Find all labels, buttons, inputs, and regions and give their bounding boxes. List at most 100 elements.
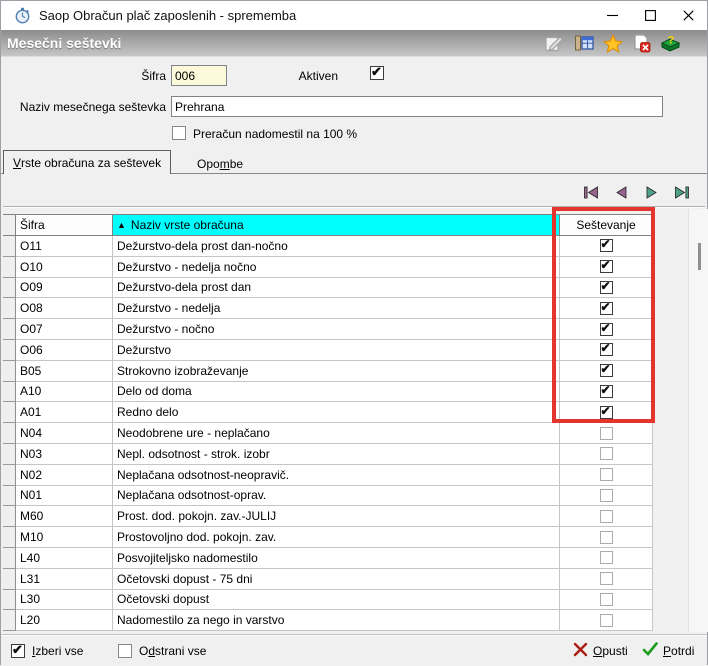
remove-all-checkbox[interactable]: [118, 644, 132, 658]
page-title: Mesečni seštevki: [7, 35, 122, 51]
preracun-checkbox[interactable]: [172, 126, 186, 140]
table-row[interactable]: L40 Posvojiteljsko nadomestilo: [3, 547, 653, 569]
row-sestevanje-checkbox[interactable]: [599, 530, 613, 544]
row-selector[interactable]: [3, 339, 16, 361]
scrollbar-thumb[interactable]: [698, 243, 701, 270]
table-row[interactable]: B05 Strokovno izobraževanje: [3, 360, 653, 382]
row-name: Očetovski dopust: [113, 589, 560, 611]
row-sestevanje-checkbox[interactable]: [599, 488, 613, 502]
column-settings-icon[interactable]: [573, 34, 594, 53]
row-selector[interactable]: [3, 298, 16, 320]
row-sestevanje-checkbox[interactable]: [599, 613, 613, 627]
row-name: Strokovno izobraževanje: [113, 360, 560, 382]
row-selector[interactable]: [3, 527, 16, 548]
close-button[interactable]: [669, 1, 707, 30]
row-name: Dežurstvo: [113, 339, 560, 361]
favorite-star-icon[interactable]: [602, 33, 623, 53]
row-selector[interactable]: [3, 443, 16, 465]
row-selector[interactable]: [3, 402, 16, 424]
delete-record-icon[interactable]: [631, 33, 652, 53]
row-sestevanje-checkbox[interactable]: [599, 362, 613, 378]
row-sestevanje-checkbox[interactable]: [599, 509, 613, 523]
table-row[interactable]: O10 Dežurstvo - nedelja nočno: [3, 256, 653, 278]
row-selector[interactable]: [3, 547, 16, 569]
row-selector[interactable]: [3, 464, 16, 486]
row-selector[interactable]: [3, 485, 16, 507]
table-row[interactable]: A01 Redno delo: [3, 402, 653, 424]
row-selector[interactable]: [3, 589, 16, 611]
row-sestevanje-checkbox[interactable]: [599, 592, 613, 606]
row-sestevanje-checkbox[interactable]: [599, 321, 613, 336]
table-row[interactable]: N01 Neplačana odsotnost-oprav.: [3, 485, 653, 507]
table-row[interactable]: N03 Nepl. odsotnost - strok. izobr: [3, 443, 653, 465]
minimize-button[interactable]: [593, 1, 631, 30]
last-record-button[interactable]: [671, 184, 691, 201]
table-row[interactable]: L30 Očetovski dopust: [3, 589, 653, 611]
previous-record-button[interactable]: [611, 184, 631, 201]
row-sestevanje-checkbox[interactable]: [599, 279, 613, 294]
table-row[interactable]: N04 Neodobrene ure - neplačano: [3, 423, 653, 444]
row-selector[interactable]: [3, 381, 16, 403]
column-header-naziv[interactable]: ▲ Naziv vrste obračuna: [113, 215, 560, 235]
row-code: L31: [16, 568, 113, 590]
tab-opombe[interactable]: Opo m be: [188, 153, 252, 174]
next-record-button[interactable]: [641, 184, 661, 201]
sifra-input[interactable]: [171, 65, 227, 86]
table-row[interactable]: O09 Dežurstvo-dela prost dan: [3, 277, 653, 299]
row-code: O07: [16, 319, 113, 340]
row-sestevanje-checkbox[interactable]: [599, 237, 613, 253]
first-record-button[interactable]: [581, 184, 601, 201]
table-row[interactable]: M10 Prostovoljno dod. pokojn. zav.: [3, 527, 653, 548]
select-all-checkbox[interactable]: [11, 642, 25, 658]
row-sestevanje-checkbox[interactable]: [599, 572, 613, 586]
row-sestevanje-checkbox[interactable]: [599, 383, 613, 398]
confirm-button[interactable]: Potrdi: [642, 642, 694, 659]
table-row[interactable]: N02 Neplačana odsotnost-neopravič.: [3, 464, 653, 486]
row-sestevanje-checkbox[interactable]: [599, 258, 613, 274]
row-sestevanje-checkbox[interactable]: [599, 426, 613, 440]
table-row[interactable]: O11 Dežurstvo-dela prost dan-nočno: [3, 236, 653, 257]
row-selector[interactable]: [3, 423, 16, 444]
row-selector[interactable]: [3, 236, 16, 257]
naziv-input[interactable]: [171, 96, 663, 117]
remove-all-label: Odstrani vse: [139, 644, 207, 658]
row-selector[interactable]: [3, 319, 16, 340]
row-sestevanje-checkbox[interactable]: [599, 341, 613, 357]
vertical-scrollbar[interactable]: [688, 209, 708, 632]
table-row[interactable]: M60 Prost. dod. pokojn. zav.-JULIJ: [3, 506, 653, 528]
help-book-icon[interactable]: ?: [660, 34, 681, 53]
edit-note-icon[interactable]: [544, 34, 565, 53]
row-sestevanje-checkbox[interactable]: [599, 468, 613, 482]
maximize-button[interactable]: [631, 1, 669, 30]
table-row[interactable]: O08 Dežurstvo - nedelja: [3, 298, 653, 320]
table-row[interactable]: O06 Dežurstvo: [3, 339, 653, 361]
row-selector[interactable]: [3, 256, 16, 278]
column-header-sifra[interactable]: Šifra: [16, 215, 113, 235]
row-sestevanje-checkbox[interactable]: [599, 551, 613, 565]
table-row[interactable]: A10 Delo od doma: [3, 381, 653, 403]
row-selector[interactable]: [3, 360, 16, 382]
table-row[interactable]: O07 Dežurstvo - nočno: [3, 319, 653, 340]
row-selector[interactable]: [3, 506, 16, 528]
row-sestevanje-checkbox[interactable]: [599, 300, 613, 315]
table-row[interactable]: L31 Očetovski dopust - 75 dni: [3, 568, 653, 590]
row-sestevanje-checkbox[interactable]: [599, 404, 613, 419]
row-selector[interactable]: [3, 277, 16, 299]
tab-vrste-obracuna[interactable]: Vrste obračuna za seštevek: [3, 150, 172, 174]
footer-bar: Izberi vse Odstrani vse Opusti Potrdi: [1, 634, 707, 666]
row-selector[interactable]: [3, 568, 16, 590]
saop-dialog-window: { "window": { "title": "Saop Obračun pla…: [0, 0, 708, 666]
row-name: Nadomestilo za nego in varstvo: [113, 610, 560, 632]
record-navigator: [581, 184, 691, 201]
row-name: Prost. dod. pokojn. zav.-JULIJ: [113, 506, 560, 528]
row-name: Dežurstvo - nočno: [113, 319, 560, 340]
row-code: M60: [16, 506, 113, 528]
column-header-sestevanje[interactable]: Seštevanje: [560, 215, 653, 235]
row-name: Delo od doma: [113, 381, 560, 403]
cancel-button[interactable]: Opusti: [573, 642, 628, 660]
row-selector[interactable]: [3, 610, 16, 632]
row-sestevanje-checkbox[interactable]: [599, 447, 613, 461]
table-row[interactable]: L20 Nadomestilo za nego in varstvo: [3, 610, 653, 632]
row-code: O06: [16, 339, 113, 361]
aktiven-checkbox[interactable]: [370, 64, 384, 80]
